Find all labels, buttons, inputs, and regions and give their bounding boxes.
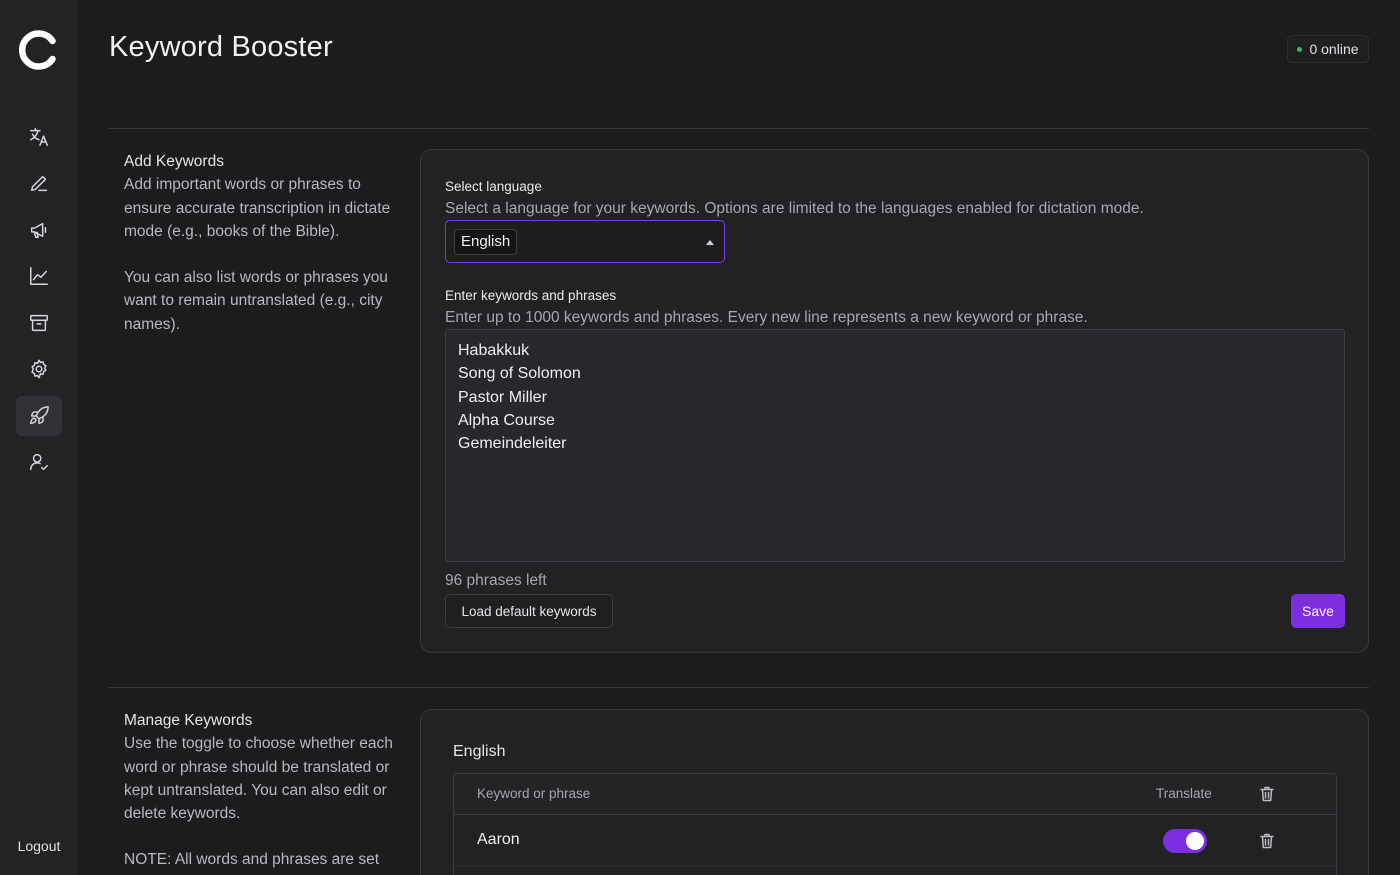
select-language-label: Select language [445, 179, 542, 194]
manage-keywords-card: English Keyword or phrase Translate Aaro… [420, 709, 1369, 875]
load-default-keywords-button[interactable]: Load default keywords [445, 594, 613, 628]
translate-toggle[interactable] [1163, 829, 1207, 853]
gear-icon [31, 359, 47, 379]
table-row: Aaron [454, 815, 1336, 867]
keywords-table: Keyword or phrase Translate Aaron [453, 773, 1337, 875]
phrases-left-counter: 96 phrases left [445, 572, 547, 589]
add-keywords-description: Add Keywords Add important words or phra… [124, 150, 394, 336]
add-keywords-text-2: You can also list words or phrases you w… [124, 269, 388, 333]
keyword-line: Habakkuk [458, 342, 530, 359]
sidebar-item-announcements[interactable] [16, 210, 62, 250]
caret-up-icon[interactable] [706, 240, 714, 245]
app-logo[interactable] [18, 30, 59, 70]
manage-keywords-note: NOTE: All words and phrases are set [124, 851, 380, 869]
translate-icon [30, 128, 48, 146]
selected-language-chip[interactable]: English [454, 229, 518, 255]
sidebar-item-translate[interactable] [16, 117, 62, 157]
delete-all-trash-icon[interactable] [1260, 786, 1274, 802]
column-header-translate: Translate [1156, 786, 1212, 801]
manage-keywords-description: Manage Keywords Use the toggle to choose… [124, 709, 394, 872]
header-divider [109, 128, 1369, 129]
page-title: Keyword Booster [109, 31, 333, 63]
keyword-line: Pastor Miller [458, 388, 547, 406]
online-status-dot [1297, 46, 1303, 52]
select-language-help: Select a language for your keywords. Opt… [445, 200, 1144, 217]
pencil-icon [30, 175, 48, 192]
add-keywords-title: Add Keywords [124, 153, 224, 170]
language-select[interactable]: English [445, 220, 725, 263]
user-check-icon [30, 453, 48, 471]
online-status-text: 0 online [1309, 41, 1359, 57]
save-button[interactable]: Save [1291, 594, 1345, 628]
sidebar-item-users[interactable] [16, 442, 62, 482]
keywords-label: Enter keywords and phrases [445, 288, 617, 303]
sidebar-item-analytics[interactable] [16, 256, 62, 296]
megaphone-icon [30, 222, 47, 239]
keyword-line: Gemeindeleiter [458, 435, 567, 453]
section-divider [109, 687, 1369, 688]
manage-keywords-text-1: Use the toggle to choose whether each wo… [124, 735, 393, 823]
archive-icon [30, 314, 48, 332]
table-header: Keyword or phrase Translate [454, 774, 1336, 815]
manage-keywords-title: Manage Keywords [124, 712, 253, 729]
keyword-cell[interactable]: Aaron [477, 831, 520, 849]
rocket-icon [30, 406, 49, 425]
app-root: Logout Keyword Booster 0 online Add Keyw… [0, 0, 1400, 875]
chart-line-icon [30, 267, 48, 285]
sidebar: Logout [0, 0, 78, 875]
add-keywords-card: Select language Select a language for yo… [420, 149, 1369, 653]
language-heading: English [453, 743, 506, 760]
sidebar-item-edit[interactable] [16, 163, 62, 203]
trash-icon[interactable] [1260, 833, 1274, 849]
add-keywords-text-1: Add important words or phrases to ensure… [124, 176, 391, 240]
sidebar-item-keyword-booster[interactable] [16, 396, 62, 436]
keywords-help: Enter up to 1000 keywords and phrases. E… [445, 309, 1088, 326]
column-header-keyword: Keyword or phrase [477, 786, 591, 801]
keywords-textarea[interactable]: Habakkuk Song of Solomon Pastor Miller A… [445, 329, 1345, 562]
sidebar-item-settings[interactable] [16, 349, 62, 389]
online-status-badge: 0 online [1287, 35, 1369, 63]
logout-button[interactable]: Logout [0, 838, 78, 854]
keyword-line: Song of Solomon [458, 365, 581, 383]
keyword-line: Alpha Course [458, 411, 555, 429]
sidebar-item-archive[interactable] [16, 303, 62, 343]
toggle-knob [1186, 832, 1204, 850]
